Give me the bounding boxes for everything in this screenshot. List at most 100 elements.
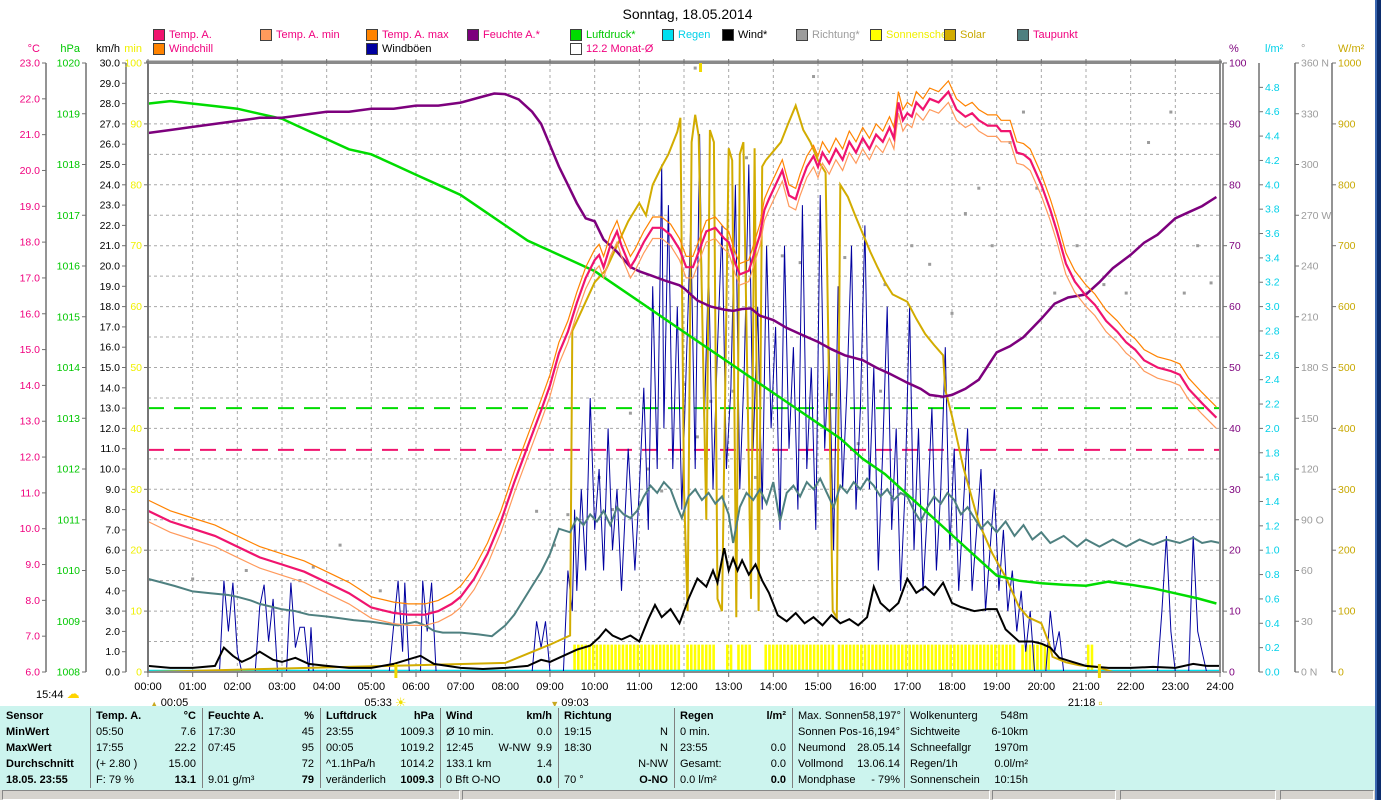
table-group-temp: Temp. A. °C 05:50 7.6 17:55 22.2 (+ 2.80 ) 15.0… [96,708,196,788]
cell-label: 12:45 [446,742,474,754]
axis-kmh: 0.0 1.0 2.0 3.0 4.0 5.0 6.0 7.0 8.0 9.0 10.0 11.0 12… [96,43,127,679]
svg-text:8.0: 8.0 [105,504,120,516]
cell-label: 9.01 g/m³ [208,774,255,786]
table-row: (+ 2.80 ) 15.00 [96,756,196,772]
svg-text:50: 50 [130,362,142,374]
svg-text:1015: 1015 [57,311,81,323]
table-row: 05:50 7.6 [96,724,196,740]
cell-value: 7.6 [180,726,196,738]
table-row: Temp. A. °C [96,708,196,724]
table-row: 133.1 km 1.4 [446,756,552,772]
cell-label: Sonnen Pos [798,726,858,738]
svg-text:9.0: 9.0 [105,484,120,496]
svg-text:30: 30 [130,484,142,496]
cell-label: Feuchte A. [208,710,264,722]
table-row: N-NW [564,756,668,772]
svg-text:60: 60 [130,301,142,313]
svg-text:27.0: 27.0 [100,118,121,130]
cell-label: MinWert [6,726,50,738]
cell-value: 548m [1000,710,1028,722]
svg-text:28.0: 28.0 [100,98,121,110]
svg-text:14:00: 14:00 [760,681,788,693]
svg-text:1.0: 1.0 [1265,545,1280,557]
svg-text:300: 300 [1301,159,1319,171]
svg-text:3.2: 3.2 [1265,277,1280,289]
svg-text:23:00: 23:00 [1162,681,1190,693]
axis-header-pct: % [1229,43,1239,55]
cell-value: 0.0 [770,774,786,786]
legend-swatch-feuchte-a [467,29,479,41]
svg-text:04:00: 04:00 [313,681,341,693]
svg-text:06:00: 06:00 [402,681,430,693]
svg-text:400: 400 [1338,423,1356,435]
svg-text:25.0: 25.0 [100,159,121,171]
svg-text:16.0: 16.0 [20,308,41,320]
legend-swatch-solar [944,29,956,41]
svg-text:1012: 1012 [57,464,81,476]
statusbar-segment-4 [1120,790,1276,800]
svg-text:13.0: 13.0 [20,416,41,428]
table-separator [904,708,905,788]
legend-item-regen: Regen [662,29,710,41]
svg-text:00:00: 00:00 [134,681,162,693]
cell-label: Regen/1h [910,758,958,770]
svg-text:7.0: 7.0 [105,524,120,536]
svg-text:13:00: 13:00 [715,681,743,693]
svg-text:100: 100 [124,58,142,70]
statusbar-segment-1 [2,790,460,800]
table-row: MinWert [6,724,86,740]
cell-label: 19:15 [564,726,592,738]
cell-label: Luftdruck [326,710,377,722]
cell-mid: W-NW [498,742,531,754]
table-row: 18:30 N [564,740,668,756]
cell-label: Temp. A. [96,710,142,722]
cell-value: 0.0 [536,726,552,738]
table-group-richtung: Richtung 19:15 N 18:30 N N-NW 70 ° O-NO [564,708,668,788]
svg-text:40: 40 [130,423,142,435]
axis-header-kmh: km/h [96,43,120,55]
svg-text:1010: 1010 [57,565,81,577]
svg-text:29.0: 29.0 [100,78,121,90]
svg-text:22.0: 22.0 [20,93,41,105]
svg-text:3.6: 3.6 [1265,228,1280,240]
legend-swatch-windboeen [366,43,378,55]
svg-text:26.0: 26.0 [100,139,121,151]
svg-text:4.4: 4.4 [1265,131,1280,143]
svg-text:1016: 1016 [57,261,81,273]
statusbar-segment-2 [462,790,990,800]
cell-value: 1.4 [536,758,552,770]
svg-text:1017: 1017 [57,210,81,222]
cell-label: Gesamt: [680,758,722,770]
axis-deg: 0 N 30 60 90 O 120 150 180 S 210 240 270 W 300 330 3… [1294,43,1331,679]
legend-label-solar: Solar [960,29,986,41]
svg-text:23.0: 23.0 [20,58,41,70]
svg-text:4.2: 4.2 [1265,155,1280,167]
table-row: 18.05. 23:55 [6,772,86,788]
legend-label-wind: Wind* [738,29,768,41]
table-separator [202,708,203,788]
svg-text:09:00: 09:00 [536,681,564,693]
svg-text:2.0: 2.0 [105,626,120,638]
svg-text:0.0: 0.0 [1265,667,1280,679]
svg-text:17.0: 17.0 [100,321,121,333]
axis-header-min: min [124,43,142,55]
table-group-misc: Wolkenunterg 548m Sichtweite 6-10km Schneefa… [910,708,1028,788]
legend-item-windchill: Windchill [153,43,213,55]
svg-text:3.4: 3.4 [1265,252,1280,264]
svg-text:19.0: 19.0 [100,281,121,293]
cell-label: Mondphase [798,774,856,786]
legend-item-taupunkt: Taupunkt [1017,29,1078,41]
svg-text:20.0: 20.0 [20,165,41,177]
legend-item-richtung: Richtung* [796,29,860,41]
legend-item-sonnenschein: Sonnenschein [870,29,956,41]
legend-label-regen: Regen [678,29,711,41]
table-row: 17:30 45 [208,724,314,740]
table-separator [792,708,793,788]
legend-swatch-temp-a-max [366,29,378,41]
axis-pct: 0 10 20 30 40 50 60 70 80 90 100% [1222,43,1247,679]
table-row: Regen l/m² [680,708,786,724]
cell-value: 22.2 [174,742,196,754]
table-row: 0 Bft O-NO 0.0 [446,772,552,788]
legend-item-feuchte-a: Feuchte A.* [467,29,540,41]
cell-value: l/m² [766,710,786,722]
